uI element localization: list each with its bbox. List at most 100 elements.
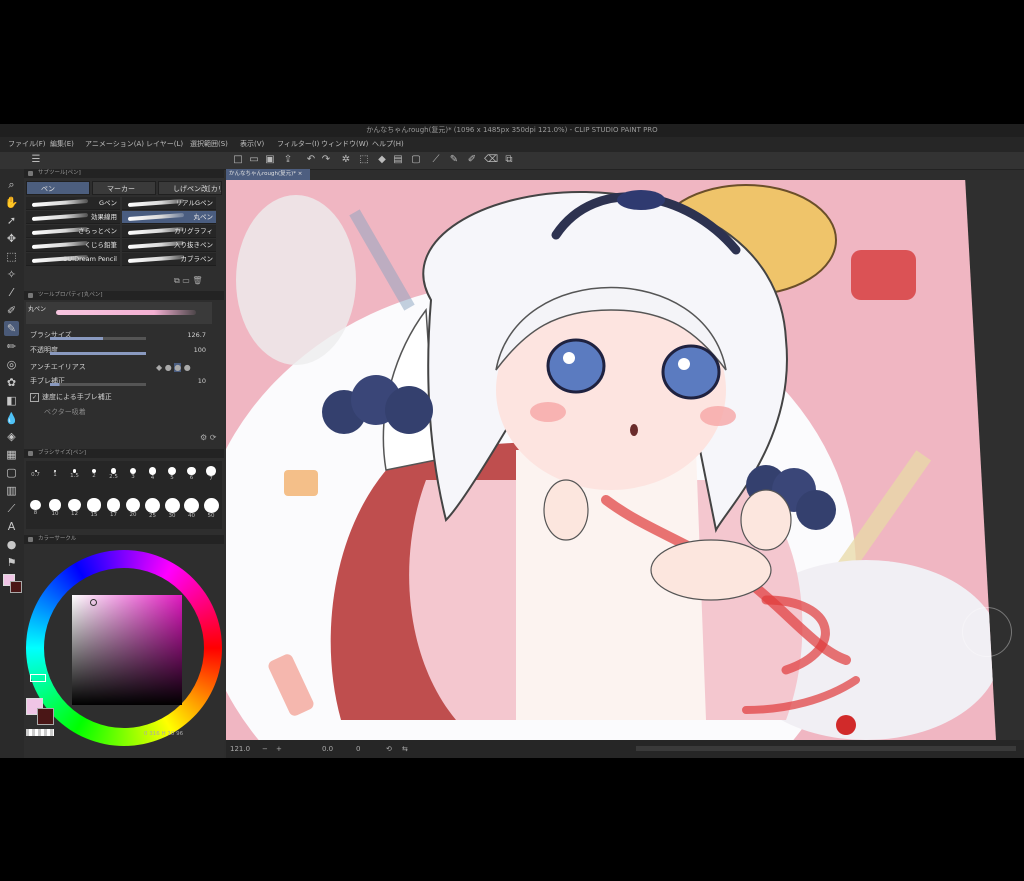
new-file-icon[interactable]: □ [232,154,244,166]
export-icon[interactable]: ⇪ [282,154,294,166]
prop-brush-size[interactable]: ブラシサイズ 126.7 [30,329,220,341]
menu-help[interactable]: ヘルプ(H) [372,137,404,152]
settings-icon[interactable]: ✲ [340,154,352,166]
trash-icon[interactable]: 🗑 [192,276,202,285]
prop-antialias[interactable]: アンチエイリアス ◆ ● ● ● [30,361,220,373]
prop-opacity[interactable]: 不透明度 100 [30,344,220,356]
illustration-canvas[interactable] [226,180,996,740]
brush-size-preset[interactable]: 40 [182,497,201,519]
brush-size-preset[interactable]: 17 [104,497,123,518]
move-layer-icon[interactable]: ✥ [4,231,19,246]
duplicate-icon[interactable]: ⧉ [174,276,180,285]
menu-view[interactable]: 表示(V) [240,137,264,152]
brush-size-preset[interactable]: 2 [85,463,104,479]
menu-window[interactable]: ウィンドウ(W) [321,137,368,152]
tab-pen[interactable]: ペン [26,181,90,195]
rotate-icon[interactable]: ⟲ [386,740,392,758]
brush-smooth-pen[interactable]: さらっとペン [26,225,120,238]
transparent-color-swatch[interactable] [26,729,54,736]
angle-readout[interactable]: 0.0 [322,740,333,758]
brush-calligraphy[interactable]: カリグラフィ [122,225,216,238]
brush-size-preset[interactable]: 50 [202,497,221,519]
menu-file[interactable]: ファイル(F) [8,137,46,152]
auto-select-icon[interactable]: ✧ [4,267,19,282]
eraser-quick-icon[interactable]: ⌫ [484,154,498,166]
eraser-icon[interactable]: ◧ [4,393,19,408]
panel-menu-icon[interactable] [28,171,33,176]
pen-icon[interactable]: ✎ [4,321,19,336]
folder-icon[interactable]: ▭ [182,276,190,285]
sub-color-swatch[interactable] [37,708,54,725]
menu-layer[interactable]: レイヤー(L) [146,137,183,152]
brush-size-preset[interactable]: 1.5 [65,463,84,479]
operation-icon[interactable]: ➚ [4,213,19,228]
panel-menu-icon[interactable] [28,537,33,542]
decoration-icon[interactable]: ✿ [4,375,19,390]
ruler-icon[interactable]: ⟋ [430,154,442,166]
fill-icon[interactable]: ◆ [376,154,388,166]
brush-size-preset[interactable]: 1 [46,463,65,478]
brush-size-preset[interactable]: 12 [65,497,84,517]
menu-animation[interactable]: アニメーション(A) [85,137,144,152]
brush-size-preset[interactable]: 20 [124,497,143,518]
prop-speed-stabilization[interactable]: ✓ 速度による手ブレ補正 [30,391,220,403]
zoom-in-icon[interactable]: + [276,740,282,758]
layer-icon[interactable]: ▤ [392,154,404,166]
airbrush-icon[interactable]: ◎ [4,357,19,372]
pencil-icon[interactable]: ✏ [4,339,19,354]
checkbox-checked-icon[interactable]: ✓ [30,392,39,402]
flip-icon[interactable]: ⇆ [402,740,408,758]
tab-marker[interactable]: マーカー [92,181,156,195]
pen-quick-icon[interactable]: ✎ [448,154,460,166]
brush-kabura-pen[interactable]: カブラペン [122,253,216,266]
hue-cursor[interactable] [30,674,46,682]
antialias-options[interactable]: ◆ ● ● ● [156,362,191,374]
zoom-icon[interactable]: ⌕ [4,177,19,192]
frame-icon[interactable]: ▢ [410,154,422,166]
reset-icon[interactable]: ⟳ [210,433,217,442]
redo-icon[interactable]: ↷ [320,154,332,166]
color-picker-cursor[interactable] [90,599,97,606]
figure-icon[interactable]: ▢ [4,465,19,480]
horizontal-scrollbar[interactable] [636,746,1016,751]
menu-edit[interactable]: 編集(E) [50,137,74,152]
save-icon[interactable]: ▣ [264,154,276,166]
brush-size-preset[interactable]: 6 [182,463,201,481]
hand-icon[interactable]: ✋ [4,195,19,210]
brush-size-preset[interactable]: 15 [85,497,104,518]
tab-custom-pen[interactable]: しげペン改[カリ [158,181,222,195]
wrench-icon[interactable]: ⚙ [200,433,207,442]
panel-menu-icon[interactable] [28,451,33,456]
close-tab-icon[interactable]: × [298,171,303,177]
document-tab[interactable]: かんなちゃんrough(复元)* × [226,169,310,180]
balloon-icon[interactable]: ● [4,537,19,552]
brush-size-preset[interactable]: 7 [202,463,221,482]
brush-size-preset[interactable]: 25 [143,497,162,519]
sub-color-chip[interactable] [10,581,22,593]
brush-size-preset[interactable]: 4 [143,463,162,481]
brush-taper-pen[interactable]: 入り抜きペン [122,239,216,252]
brush-size-preset[interactable]: 3 [124,463,143,480]
brush-suidream-pencil[interactable]: SUIDream Pencil [26,253,120,266]
undo-icon[interactable]: ↶ [305,154,317,166]
menu-selection[interactable]: 選択範囲(S) [190,137,228,152]
prop-vector-snap[interactable]: ベクター吸着 [30,406,220,418]
hue-ring[interactable] [26,550,222,746]
frame-border-icon[interactable]: ▥ [4,483,19,498]
brush-size-preset[interactable]: 0.7 [26,463,45,478]
brush-icon[interactable]: ✐ [4,303,19,318]
open-icon[interactable]: ▭ [248,154,260,166]
menu-filter[interactable]: フィルター(I) [277,137,319,152]
ruler-tool-icon[interactable]: ⟋ [4,501,19,516]
zoom-out-icon[interactable]: − [262,740,268,758]
zoom-readout[interactable]: 121.0 [230,740,250,758]
fill-bucket-icon[interactable]: ◈ [4,429,19,444]
menu-icon[interactable]: ☰ [30,154,42,166]
brush-whale-pencil[interactable]: くじら鉛筆 [26,239,120,252]
brush-round-pen[interactable]: 丸ペン [122,211,216,224]
brush-size-preset[interactable]: 2.5 [104,463,123,480]
eyedropper-icon[interactable]: ⁄ [4,285,19,300]
brush-g-pen[interactable]: Gペン [26,197,120,210]
gradient-icon[interactable]: ▦ [4,447,19,462]
brush-quick-icon[interactable]: ✐ [466,154,478,166]
